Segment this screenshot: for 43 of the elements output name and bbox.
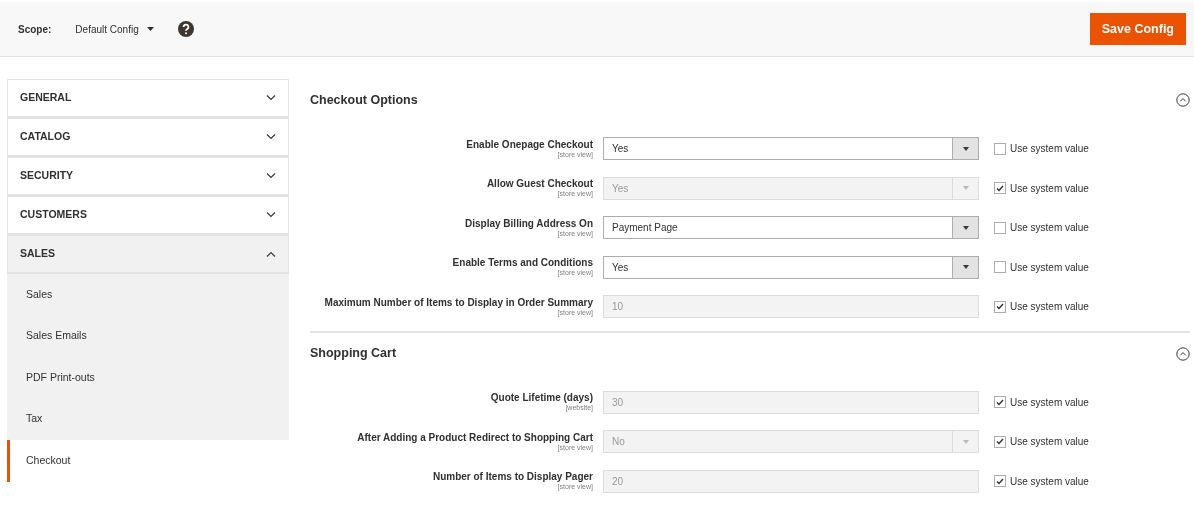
scope-dropdown[interactable]: Default Config [75,21,154,37]
collapse-icon[interactable] [1176,93,1190,107]
chevron-up-icon [266,251,276,257]
select-field[interactable]: Yes [603,255,979,279]
collapse-icon[interactable] [1176,346,1190,361]
sidebar-item[interactable]: Tax [7,398,289,440]
sidebar-section-tab[interactable]: SALES [7,235,289,274]
caret-icon [962,265,969,270]
checkbox-label: Use system value [1010,474,1089,489]
sidebar-item[interactable]: Checkout [7,440,289,482]
checkbox-label: Use system value [1010,260,1089,275]
caret-icon [962,186,969,191]
sidebar-item[interactable]: PDF Print-outs [7,357,289,399]
caret-icon [962,439,969,444]
checkbox[interactable] [994,142,1006,155]
scope-label: Scope: [18,22,52,37]
sidebar-section-tab[interactable]: CUSTOMERS [7,196,289,235]
checkbox[interactable] [994,221,1006,234]
sidebar-item[interactable]: Sales [7,274,289,316]
section-title[interactable]: Shopping Cart [310,344,397,363]
sidebar-section-tab[interactable]: SECURITY [7,157,289,196]
checkbox-label: Use system value [1010,435,1089,450]
save-config-button[interactable]: Save Config [1089,12,1186,46]
chevron-down-icon [266,134,276,140]
sidebar-section-tab[interactable]: CATALOG [7,118,289,157]
chevron-down-icon [266,95,276,101]
checkbox-label: Use system value [1010,395,1089,410]
caret-icon [962,225,969,230]
caret-icon [146,27,154,31]
sidebar-section-tab[interactable]: GENERAL [7,79,289,118]
chevron-down-icon [266,173,276,179]
chevron-down-icon [266,212,276,218]
checkbox-label: Use system value [1010,300,1089,315]
sidebar-item[interactable]: Sales Emails [7,315,289,357]
help-icon[interactable] [177,21,194,37]
caret-icon [962,146,969,151]
section-title[interactable]: Checkout Options [310,90,418,110]
checkbox[interactable] [994,261,1006,274]
checkbox-label: Use system value [1010,221,1089,236]
select-field[interactable]: Yes [603,137,979,161]
checkbox-label: Use system value [1010,142,1089,157]
select-field[interactable]: Payment Page [603,216,979,240]
checkbox-label: Use system value [1010,181,1089,196]
